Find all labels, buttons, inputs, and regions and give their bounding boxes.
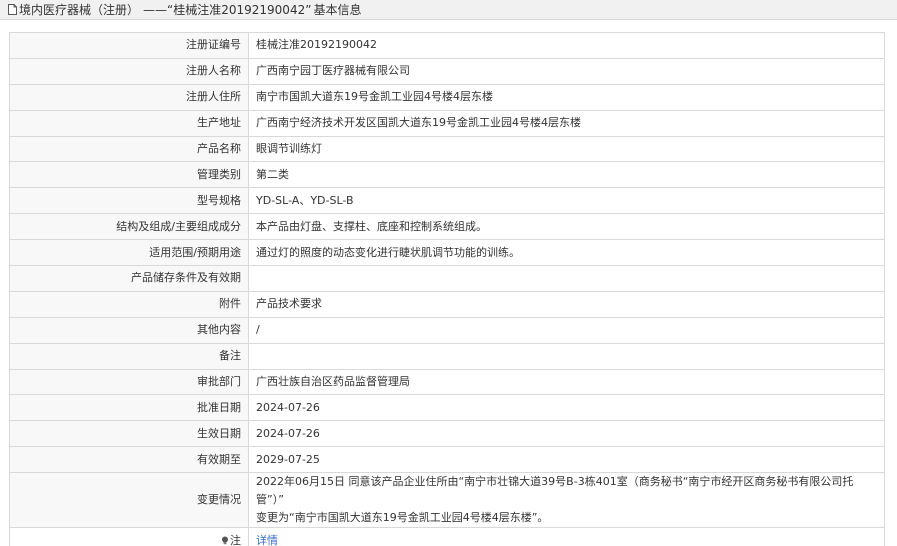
- row-value: 广西南宁经济技术开发区国凯大道东19号金凯工业园4号楼4层东楼: [248, 109, 885, 137]
- row-value: 2024-07-26: [248, 394, 885, 422]
- row-label: 注册人名称: [9, 57, 249, 85]
- table-row: 管理类别 第二类: [9, 161, 885, 189]
- row-label: 产品名称: [9, 135, 249, 163]
- row-label: 批准日期: [9, 394, 249, 422]
- row-label: 生产地址: [9, 109, 249, 137]
- table-row-change: 变更情况 2022年06月15日 同意该产品企业住所由“南宁市壮锦大道39号B-…: [9, 472, 885, 529]
- row-label: 备注: [9, 342, 249, 370]
- note-label: 注: [230, 533, 241, 546]
- page-header: 境内医疗器械（注册） —— “桂械注准20192190042” 基本信息: [0, 0, 897, 20]
- table-row: 批准日期 2024-07-26: [9, 394, 885, 422]
- row-label: 注册证编号: [9, 32, 249, 59]
- row-value: 眼调节训练灯: [248, 135, 885, 163]
- row-label: 审批部门: [9, 368, 249, 396]
- note-label-cell: 注: [9, 527, 249, 546]
- row-value: [248, 265, 885, 292]
- document-icon: [8, 4, 17, 15]
- table-row: 备注: [9, 342, 885, 370]
- table-row: 产品储存条件及有效期: [9, 265, 885, 292]
- row-value: [248, 342, 885, 370]
- row-label: 其他内容: [9, 316, 249, 344]
- header-suffix: 基本信息: [313, 3, 362, 17]
- table-row: 有效期至 2029-07-25: [9, 446, 885, 474]
- table-row: 注册人名称 广西南宁园丁医疗器械有限公司: [9, 57, 885, 85]
- table-row: 生效日期 2024-07-26: [9, 420, 885, 448]
- row-value: 2029-07-25: [248, 446, 885, 474]
- table-row: 型号规格 YD-SL-A、YD-SL-B: [9, 187, 885, 215]
- row-label: 变更情况: [9, 472, 249, 529]
- table-row: 注册证编号 桂械注准20192190042: [9, 32, 885, 59]
- row-value: 通过灯的照度的动态变化进行睫状肌调节功能的训练。: [248, 239, 885, 267]
- row-value: 广西南宁园丁医疗器械有限公司: [248, 57, 885, 85]
- table-row: 产品名称 眼调节训练灯: [9, 135, 885, 163]
- row-label: 注册人住所: [9, 83, 249, 111]
- header-separator: ——: [143, 2, 168, 17]
- row-value: 南宁市国凯大道东19号金凯工业园4号楼4层东楼: [248, 83, 885, 111]
- table-row: 生产地址 广西南宁经济技术开发区国凯大道东19号金凯工业园4号楼4层东楼: [9, 109, 885, 137]
- table-row: 附件 产品技术要求: [9, 290, 885, 318]
- change-line-2: 变更为“南宁市国凯大道东19号金凯工业园4号楼4层东楼”。: [256, 511, 549, 525]
- row-label: 产品储存条件及有效期: [9, 265, 249, 292]
- table-row-note: 注 详情: [9, 527, 885, 546]
- table-row: 注册人住所 南宁市国凯大道东19号金凯工业园4号楼4层东楼: [9, 83, 885, 111]
- header-category: 境内医疗器械（注册）: [19, 3, 140, 17]
- row-value: 第二类: [248, 161, 885, 189]
- details-link[interactable]: 详情: [256, 534, 278, 546]
- lightbulb-icon: [222, 536, 228, 544]
- row-label: 适用范围/预期用途: [9, 239, 249, 267]
- note-value-cell: 详情: [248, 527, 885, 546]
- header-cert-number: “桂械注准20192190042”: [167, 3, 312, 17]
- row-value: 产品技术要求: [248, 290, 885, 318]
- info-panel: 注册证编号 桂械注准20192190042 注册人名称 广西南宁园丁医疗器械有限公司注…: [9, 32, 885, 546]
- table-row: 其他内容 /: [9, 316, 885, 344]
- device-info-table: 注册证编号 桂械注准20192190042 注册人名称 广西南宁园丁医疗器械有限公司注…: [9, 32, 885, 546]
- row-label: 附件: [9, 290, 249, 318]
- table-row: 审批部门 广西壮族自治区药品监督管理局: [9, 368, 885, 396]
- row-label: 管理类别: [9, 161, 249, 189]
- row-label: 结构及组成/主要组成成分: [9, 213, 249, 241]
- row-label: 生效日期: [9, 420, 249, 448]
- row-value: 本产品由灯盘、支撑柱、底座和控制系统组成。: [248, 213, 885, 241]
- row-label: 有效期至: [9, 446, 249, 474]
- row-value: 广西壮族自治区药品监督管理局: [248, 368, 885, 396]
- row-value: 桂械注准20192190042: [248, 32, 885, 59]
- row-value: YD-SL-A、YD-SL-B: [248, 187, 885, 215]
- table-row: 结构及组成/主要组成成分 本产品由灯盘、支撑柱、底座和控制系统组成。: [9, 213, 885, 241]
- row-value-change: 2022年06月15日 同意该产品企业住所由“南宁市壮锦大道39号B-3栋401…: [248, 472, 885, 529]
- row-value: 2024-07-26: [248, 420, 885, 448]
- table-row: 适用范围/预期用途 通过灯的照度的动态变化进行睫状肌调节功能的训练。: [9, 239, 885, 267]
- change-line-1: 2022年06月15日 同意该产品企业住所由“南宁市壮锦大道39号B-3栋401…: [256, 475, 854, 507]
- row-value: /: [248, 316, 885, 344]
- row-label: 型号规格: [9, 187, 249, 215]
